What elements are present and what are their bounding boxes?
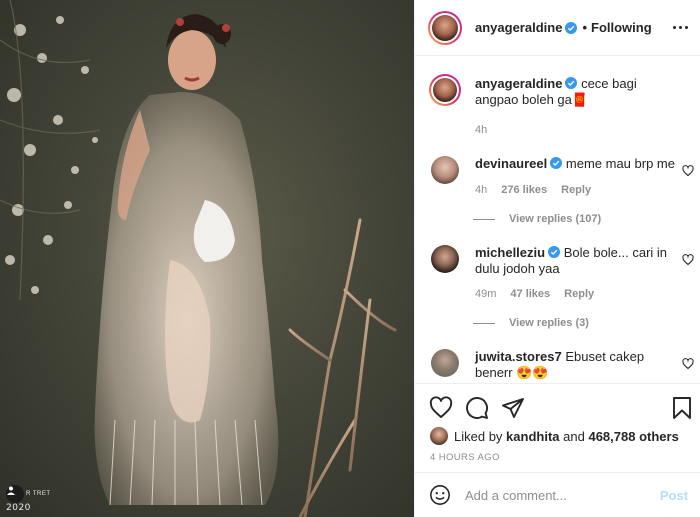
like-comment-heart-icon[interactable] xyxy=(682,254,694,266)
comments-list[interactable]: anyageraldine cece bagi angpao boleh ga🧧… xyxy=(415,57,700,382)
comment-bubble-icon[interactable] xyxy=(465,396,489,420)
comment-meta: 49m 47 likes Reply xyxy=(475,288,594,300)
likes-count-link[interactable]: 468,788 others xyxy=(588,429,678,444)
comment-item: devinaureel meme mau brp me xyxy=(431,156,693,184)
post-photo[interactable]: R TRET 2020 xyxy=(0,0,414,517)
comment-time[interactable]: 4h xyxy=(475,184,487,196)
view-replies-label[interactable]: View replies (107) xyxy=(509,213,601,225)
likes-summary: Liked by kandhita and 468,788 others xyxy=(430,427,679,445)
view-replies-label[interactable]: View replies (3) xyxy=(509,317,589,329)
commenter-username[interactable]: juwita.stores7 xyxy=(475,349,562,364)
watermark: R TRET 2020 xyxy=(6,485,51,513)
commenter-avatar[interactable] xyxy=(431,156,459,184)
view-replies-button[interactable]: View replies (107) xyxy=(473,213,601,225)
header-username[interactable]: anyageraldine xyxy=(475,20,562,35)
reply-button[interactable]: Reply xyxy=(561,184,591,196)
like-heart-icon[interactable] xyxy=(429,396,453,420)
caption-username[interactable]: anyageraldine xyxy=(475,76,562,91)
liker-username[interactable]: kandhita xyxy=(506,429,559,444)
commenter-username[interactable]: michelleziu xyxy=(475,245,545,260)
emoji-smiley-icon[interactable] xyxy=(429,484,451,506)
verified-badge-icon xyxy=(565,21,578,34)
caption: anyageraldine cece bagi angpao boleh ga🧧 xyxy=(429,74,693,108)
commenter-username[interactable]: devinaureel xyxy=(475,156,547,171)
post-actions: Liked by kandhita and 468,788 others 4 H… xyxy=(415,383,700,473)
save-bookmark-icon[interactable] xyxy=(671,396,693,420)
post-side-panel: anyageraldine • Following anyageraldine … xyxy=(414,0,700,517)
commenter-avatar[interactable] xyxy=(431,245,459,273)
comment-meta: 4h 276 likes Reply xyxy=(475,184,591,196)
comment-likes[interactable]: 47 likes xyxy=(510,288,550,300)
liker-avatar[interactable] xyxy=(430,427,448,445)
post-photo-illustration xyxy=(0,0,397,517)
caption-meta: 4h xyxy=(475,124,487,136)
verified-badge-icon xyxy=(548,246,561,258)
header-avatar[interactable] xyxy=(428,10,462,45)
view-replies-button[interactable]: View replies (3) xyxy=(473,317,589,329)
watermark-brand: R TRET xyxy=(26,491,51,497)
like-comment-heart-icon[interactable] xyxy=(682,165,694,177)
comment-input[interactable] xyxy=(465,487,655,503)
likes-joiner: and xyxy=(563,428,585,444)
comment-item: juwita.stores7 Ebuset cakep benerr 😍😍 xyxy=(431,349,693,381)
caption-emoji: 🧧 xyxy=(571,92,589,107)
post-timestamp[interactable]: 4 HOURS AGO xyxy=(430,452,500,463)
add-comment-bar: Post xyxy=(415,472,700,517)
like-comment-heart-icon[interactable] xyxy=(682,358,694,370)
commenter-avatar[interactable] xyxy=(431,349,459,377)
verified-badge-icon xyxy=(550,157,563,169)
share-paper-plane-icon[interactable] xyxy=(501,396,525,420)
caption-avatar[interactable] xyxy=(429,74,461,106)
more-options-icon[interactable] xyxy=(673,26,688,29)
likes-prefix: Liked by xyxy=(454,428,503,444)
caption-time[interactable]: 4h xyxy=(475,124,487,136)
post-comment-button[interactable]: Post xyxy=(660,488,688,503)
watermark-user-icon xyxy=(6,485,24,503)
watermark-year: 2020 xyxy=(6,503,31,513)
verified-badge-icon xyxy=(565,77,578,89)
comment-text: meme mau brp me xyxy=(565,156,675,171)
comment-time[interactable]: 49m xyxy=(475,288,496,300)
following-button[interactable]: Following xyxy=(591,20,652,35)
comment-item: michelleziu Bole bole... cari in dulu jo… xyxy=(431,245,693,277)
reply-button[interactable]: Reply xyxy=(564,288,594,300)
comment-likes[interactable]: 276 likes xyxy=(501,184,547,196)
post-header: anyageraldine • Following xyxy=(415,0,700,56)
header-separator: • xyxy=(582,20,587,35)
